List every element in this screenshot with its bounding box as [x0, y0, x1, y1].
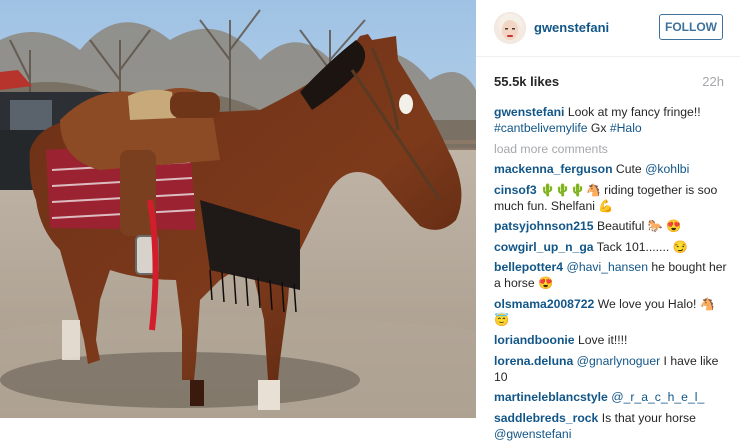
avatar[interactable] [494, 12, 526, 44]
comment-item: mackenna_ferguson Cute @kohlbi [494, 161, 730, 177]
caption-text: Look at my fancy fringe!! [567, 105, 701, 119]
comment-item: saddlebreds_rock Is that your horse @gwe… [494, 410, 730, 442]
comment-mention[interactable]: @kohlbi [645, 162, 689, 176]
likes-count[interactable]: 55.5k likes [494, 74, 559, 89]
comment-username[interactable]: bellepotter4 [494, 260, 563, 274]
comment-item: loriandboonie Love it!!!! [494, 332, 730, 348]
caption: gwenstefani Look at my fancy fringe!! #c… [494, 104, 730, 136]
caption-username[interactable]: gwenstefani [494, 105, 564, 119]
post-timestamp[interactable]: 22h [702, 74, 724, 89]
comment-mention[interactable]: @gnarlynoguer [577, 354, 661, 368]
comments-list: gwenstefani Look at my fancy fringe!! #c… [494, 104, 730, 446]
comment-username[interactable]: mackenna_ferguson [494, 162, 613, 176]
comment-text: Love it!!!! [577, 333, 628, 347]
post-side-panel: gwenstefani FOLLOW 55.5k likes 22h gwens… [476, 0, 740, 441]
comment-username[interactable]: cinsof3 [494, 183, 537, 197]
comment-item: patsyjohnson215 Beautiful 🐎 😍 [494, 218, 730, 234]
post-stats: 55.5k likes 22h [494, 74, 724, 89]
comment-username[interactable]: lorena.deluna [494, 354, 573, 368]
load-more-comments-link[interactable]: load more comments [494, 141, 730, 157]
hashtag-link[interactable]: #Halo [610, 121, 642, 135]
comment-mention[interactable]: @_r_a_c_h_e_l_ [611, 390, 704, 404]
comment-mention[interactable]: @gwenstefani [494, 427, 571, 441]
profile-photo-icon [494, 12, 526, 44]
hashtag-link[interactable]: #cantbelivemylife [494, 121, 587, 135]
comment-username[interactable]: olsmama2008722 [494, 297, 594, 311]
comment-username[interactable]: patsyjohnson215 [494, 219, 594, 233]
comment-text: Beautiful 🐎 😍 [596, 219, 682, 233]
comment-item: lorena.deluna @gnarlynoguer I have like … [494, 353, 730, 385]
comment-username[interactable]: martineleblancstyle [494, 390, 608, 404]
comment-username[interactable]: loriandboonie [494, 333, 575, 347]
post-photo[interactable] [0, 0, 476, 418]
post-username[interactable]: gwenstefani [534, 20, 609, 35]
horse-photo-illustration [0, 0, 476, 418]
comment-item: martineleblancstyle @_r_a_c_h_e_l_ [494, 389, 730, 405]
follow-button[interactable]: FOLLOW [659, 14, 723, 40]
comment-item: cinsof3 🌵🌵🌵🐴 riding together is soo much… [494, 182, 730, 214]
comment-text: Cute [615, 162, 646, 176]
comment-mention[interactable]: @havi_hansen [566, 260, 648, 274]
comment-item: olsmama2008722 We love you Halo! 🐴 😇 [494, 296, 730, 328]
caption-text-mid: Gx [587, 121, 610, 135]
comment-username[interactable]: cowgirl_up_n_ga [494, 240, 594, 254]
comment-item: cowgirl_up_n_ga Tack 101....... 😏 [494, 239, 730, 255]
comment-text: Tack 101....... 😏 [596, 239, 688, 254]
post-header: gwenstefani FOLLOW [476, 0, 740, 57]
comment-item: bellepotter4 @havi_hansen he bought her … [494, 259, 730, 291]
